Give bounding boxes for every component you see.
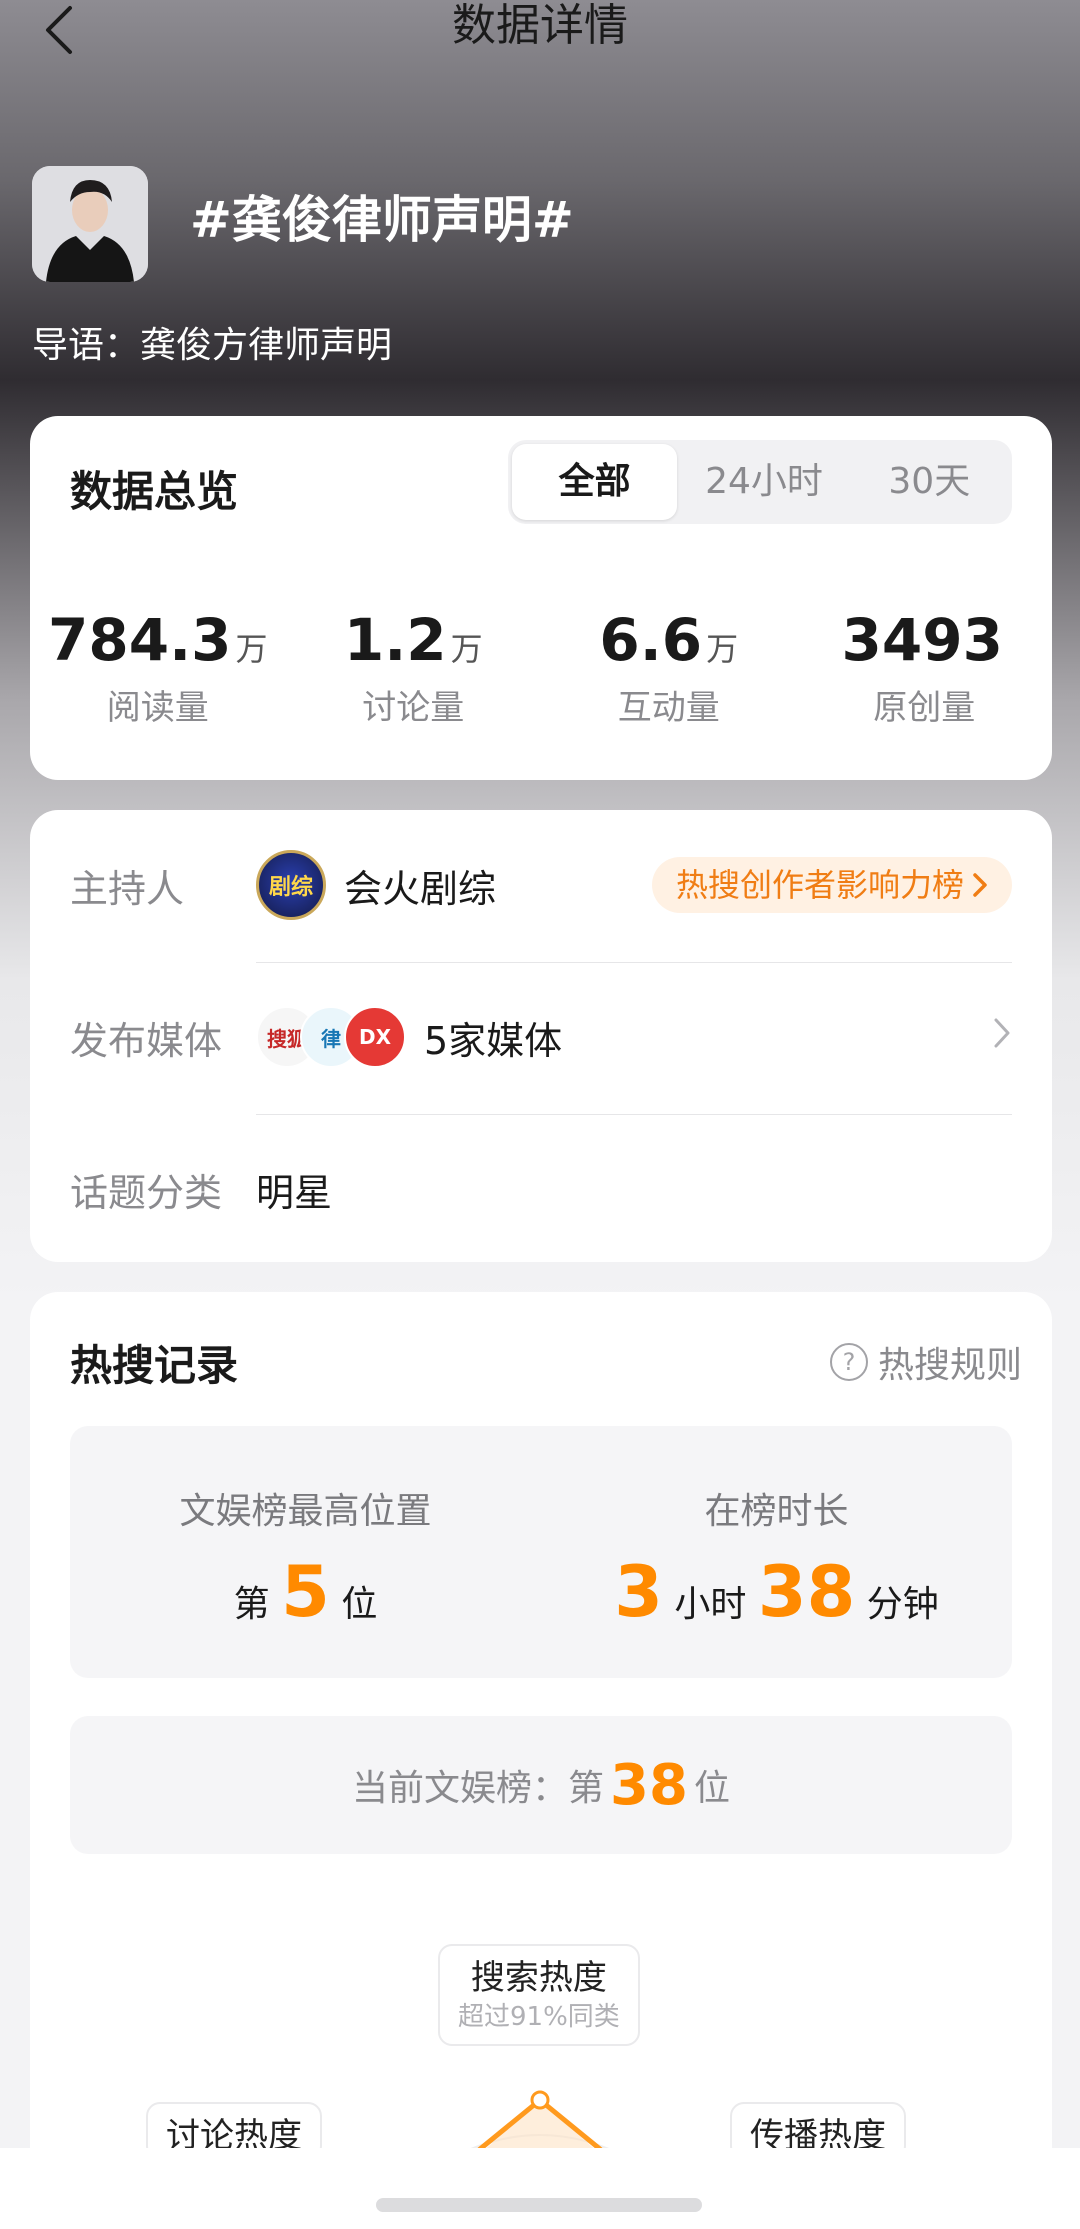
time-range-tabs: 全部 24小时 30天	[508, 440, 1012, 524]
influence-rank-link[interactable]: 热搜创作者影响力榜	[651, 857, 1012, 913]
chevron-right-icon	[992, 1014, 1012, 1060]
hot-search-summary: 文娱榜最高位置 第 5 位 在榜时长 3 小时 38 分钟	[70, 1426, 1012, 1678]
duration-hours-unit: 小时	[674, 1584, 747, 1625]
tag-search-sub: 超过91%同类	[458, 2002, 620, 2032]
best-position-prefix: 第	[233, 1584, 270, 1625]
home-indicator[interactable]	[376, 2198, 702, 2212]
rules-label: 热搜规则	[877, 1345, 1022, 1386]
media-count: 5家媒体	[424, 1018, 563, 1063]
stat-unit: 万	[235, 630, 268, 668]
best-position: 文娱榜最高位置 第 5 位	[70, 1426, 541, 1678]
topic-avatar	[32, 166, 148, 282]
hot-search-title: 热搜记录	[70, 1341, 239, 1390]
host-row: 主持人 剧综 会火剧综 热搜创作者影响力榜	[70, 810, 1012, 960]
tab-30d[interactable]: 30天	[847, 440, 1012, 524]
tab-24h[interactable]: 24小时	[681, 440, 846, 524]
hot-search-card: 热搜记录 ? 热搜规则 文娱榜最高位置 第 5 位 在榜时长 3 小时 38 分…	[30, 1292, 1052, 2210]
host-name[interactable]: 会火剧综	[344, 858, 496, 913]
current-rank-value: 38	[610, 1752, 688, 1818]
duration-label: 在榜时长	[704, 1491, 849, 1532]
bottom-bar	[0, 2148, 1080, 2229]
stat-unit: 万	[706, 630, 739, 668]
tag-search-title: 搜索热度	[470, 1958, 607, 1998]
duration-minutes-unit: 分钟	[866, 1584, 939, 1625]
radar-tag-search: 搜索热度 超过91%同类	[438, 1944, 640, 2046]
stat-reads: 784.3 万 阅读量	[30, 606, 286, 733]
stat-discussions: 1.2 万 讨论量	[286, 606, 542, 733]
overview-stats: 784.3 万 阅读量 1.2 万 讨论量 6.6 万 互动量 3493 原创量	[30, 606, 1052, 733]
stat-unit: 万	[450, 630, 483, 668]
media-logo-dx: DX	[344, 1006, 406, 1068]
stat-value: 3493	[841, 606, 1003, 674]
page-title: 数据详情	[452, 0, 628, 51]
on-list-duration: 在榜时长 3 小时 38 分钟	[541, 1426, 1012, 1678]
rank-link-label: 热搜创作者影响力榜	[675, 866, 964, 904]
stat-interactions: 6.6 万 互动量	[541, 606, 797, 733]
stat-label: 原创量	[873, 688, 976, 728]
stat-value: 6.6	[599, 606, 703, 674]
lead-text: 龚俊方律师声明	[140, 325, 393, 366]
stat-value: 1.2	[343, 606, 447, 674]
best-position-label: 文娱榜最高位置	[179, 1491, 432, 1532]
topic-lead: 导语：龚俊方律师声明	[32, 318, 392, 374]
host-label: 主持人	[70, 866, 185, 911]
stat-label: 互动量	[617, 688, 720, 728]
topic-title: #龚俊律师声明#	[190, 191, 574, 249]
current-rank-suffix: 位	[693, 1768, 730, 1809]
overview-title: 数据总览	[70, 467, 239, 516]
best-position-value: 5	[281, 1551, 330, 1633]
media-logos: 搜狐 律 DX	[256, 1006, 406, 1068]
category-label: 话题分类	[70, 1170, 223, 1215]
tab-all[interactable]: 全部	[512, 444, 678, 520]
stat-label: 阅读量	[106, 688, 209, 728]
stat-value: 784.3	[48, 606, 232, 674]
host-logo[interactable]: 剧综	[256, 850, 326, 920]
question-icon: ?	[829, 1343, 868, 1381]
best-position-suffix: 位	[341, 1584, 378, 1625]
category-row: 话题分类 明星	[70, 1114, 1012, 1264]
current-rank: 当前文娱榜：第 38 位	[70, 1716, 1012, 1854]
stat-originals: 3493 原创量	[797, 606, 1053, 733]
duration-hours: 3	[614, 1551, 663, 1633]
lead-label: 导语：	[32, 325, 141, 366]
current-rank-label: 当前文娱榜：第	[352, 1768, 605, 1809]
topic-info-card: 主持人 剧综 会火剧综 热搜创作者影响力榜 发布媒体 搜狐 律 DX 5家媒体 …	[30, 810, 1052, 1262]
media-row[interactable]: 发布媒体 搜狐 律 DX 5家媒体	[70, 962, 1012, 1112]
hot-search-rules-link[interactable]: ? 热搜规则	[829, 1336, 1022, 1388]
stat-label: 讨论量	[362, 688, 465, 728]
overview-card: 数据总览 全部 24小时 30天 784.3 万 阅读量 1.2 万 讨论量 6.6…	[30, 416, 1052, 780]
chevron-right-icon	[973, 873, 987, 897]
media-label: 发布媒体	[70, 1018, 223, 1063]
duration-minutes: 38	[757, 1551, 856, 1633]
category-value: 明星	[256, 1170, 333, 1215]
